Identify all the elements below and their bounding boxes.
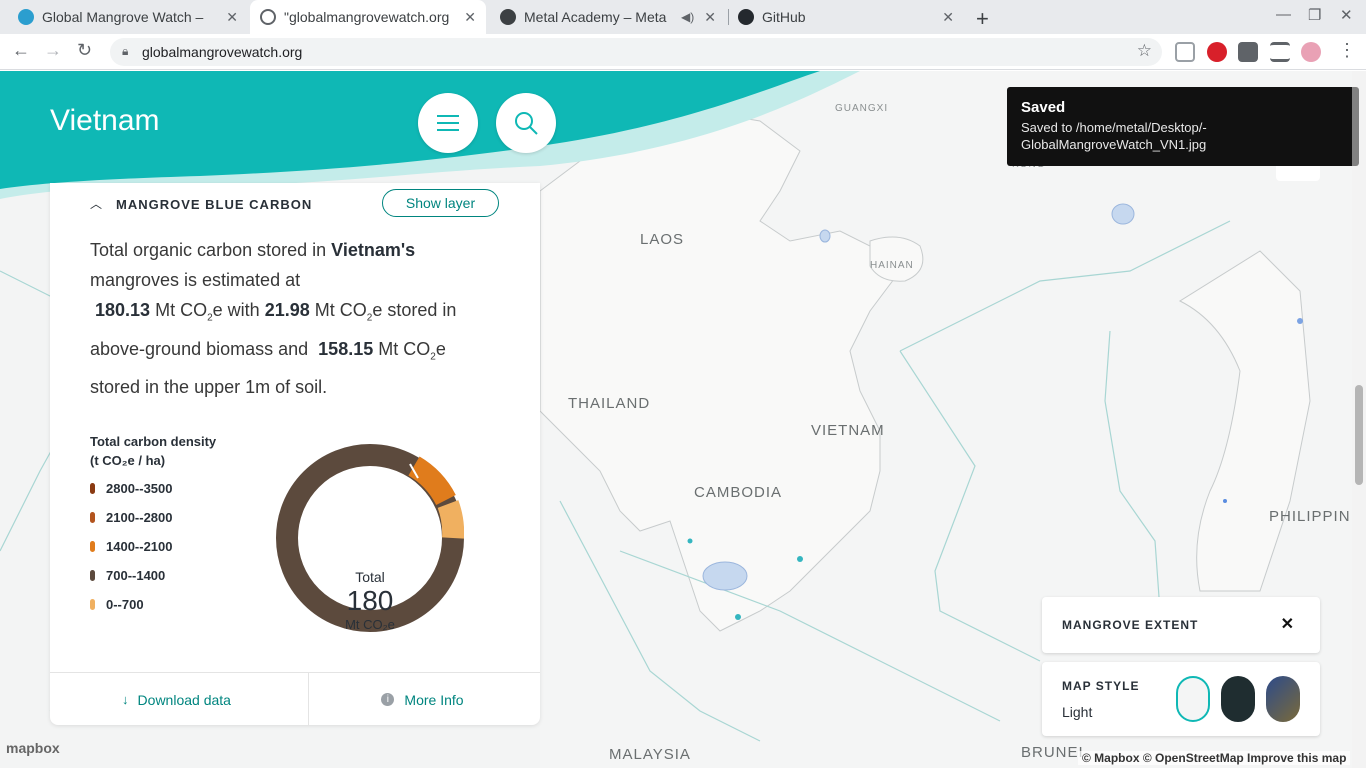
mangrove-extent-card: MANGROVE EXTENT ✕ xyxy=(1042,597,1320,653)
saved-notification[interactable]: Saved Saved to /home/metal/Desktop/-Glob… xyxy=(1007,87,1359,166)
reader-icon[interactable] xyxy=(1175,42,1195,62)
browser-toolbar: ← → ↻ 🔒︎ globalmangrovewatch.org ☆ ⋮ xyxy=(0,34,1366,70)
show-layer-button[interactable]: Show layer xyxy=(382,189,499,217)
url-text[interactable]: globalmangrovewatch.org xyxy=(142,44,302,60)
globe-icon xyxy=(18,9,34,25)
close-tab-icon[interactable]: ✕ xyxy=(464,9,476,26)
speaker-icon[interactable]: ◀) xyxy=(681,10,694,24)
reload-icon[interactable]: ↻ xyxy=(77,40,92,61)
chevron-up-icon[interactable]: ︿ xyxy=(90,195,102,212)
search-button[interactable] xyxy=(496,93,556,153)
map-label-vietnam: VIETNAM xyxy=(811,422,885,439)
map-label-thailand: THAILAND xyxy=(568,395,651,412)
close-tab-icon[interactable]: ✕ xyxy=(226,9,238,26)
map-style-value: Light xyxy=(1062,704,1093,720)
page-title: Vietnam xyxy=(50,104,160,137)
info-icon: i xyxy=(381,693,395,706)
legend-item: 2100--2800 xyxy=(90,510,173,525)
more-info-button[interactable]: i More Info xyxy=(300,673,545,726)
browser-menu-icon[interactable]: ⋮ xyxy=(1338,40,1356,61)
legend-swatch xyxy=(90,512,95,523)
map-label-hainan: HAINAN xyxy=(870,260,914,271)
media-control-icon[interactable] xyxy=(1270,42,1290,62)
donut-total-value: 180 xyxy=(346,585,394,616)
search-icon xyxy=(515,112,538,135)
scrollbar[interactable] xyxy=(1352,71,1366,768)
scrollbar-thumb[interactable] xyxy=(1355,385,1363,485)
map-label-laos: LAOS xyxy=(640,231,685,248)
legend-swatch xyxy=(90,570,95,581)
legend-swatch xyxy=(90,541,95,552)
blue-carbon-panel: ︿ MANGROVE BLUE CARBON Show layer Total … xyxy=(50,183,540,726)
panel-footer: ↓ Download data i More Info xyxy=(50,672,540,726)
tab-globalmangrovewatch-active[interactable]: "globalmangrovewatch.org ✕ xyxy=(250,0,486,34)
map-style-dark-swatch[interactable] xyxy=(1221,676,1255,722)
close-tab-icon[interactable]: ✕ xyxy=(942,9,954,26)
legend-item: 2800--3500 xyxy=(90,481,173,496)
address-bar[interactable]: 🔒︎ globalmangrovewatch.org ☆ xyxy=(110,38,1162,66)
map-style-light-swatch[interactable] xyxy=(1176,676,1210,722)
tab-github[interactable]: GitHub ✕ xyxy=(728,0,964,34)
close-tab-icon[interactable]: ✕ xyxy=(704,9,716,26)
close-extent-icon[interactable]: ✕ xyxy=(1281,614,1294,634)
map-style-card: MAP STYLE Light xyxy=(1042,662,1320,736)
globe-icon xyxy=(260,9,276,25)
bookmark-star-icon[interactable]: ☆ xyxy=(1137,41,1152,61)
map-label-cambodia: CAMBODIA xyxy=(694,484,783,501)
carbon-summary: Total organic carbon stored in Vietnam's… xyxy=(90,240,457,398)
legend-item: 0--700 xyxy=(90,597,144,612)
mapbox-logo[interactable]: mapbox xyxy=(6,740,60,756)
minimize-icon[interactable]: — xyxy=(1276,6,1291,23)
soil-carbon-value: 158.15 xyxy=(318,338,374,359)
lock-icon[interactable]: 🔒︎ xyxy=(122,44,128,59)
map-label-philippines: PHILIPPIN xyxy=(1269,508,1351,525)
section-title[interactable]: MANGROVE BLUE CARBON xyxy=(116,197,312,212)
github-icon xyxy=(738,9,754,25)
legend-item: 700--1400 xyxy=(90,568,165,583)
hamburger-icon xyxy=(437,115,459,131)
legend-swatch xyxy=(90,599,95,610)
map-attribution[interactable]: © Mapbox © OpenStreetMap Improve this ma… xyxy=(1078,751,1351,765)
country-name: Vietnam's xyxy=(331,240,416,260)
map-label-brunei: BRUNEI xyxy=(1021,744,1084,761)
close-window-icon[interactable]: ✕ xyxy=(1340,6,1353,24)
extensions-puzzle-icon[interactable] xyxy=(1238,42,1258,62)
map-style-label: MAP STYLE xyxy=(1062,679,1140,693)
legend-title: Total carbon density (t CO₂e / ha) xyxy=(90,434,217,468)
new-tab-button[interactable]: + xyxy=(976,6,989,32)
menu-button[interactable] xyxy=(418,93,478,153)
map-style-satellite-swatch[interactable] xyxy=(1266,676,1300,722)
browser-tabstrip: Global Mangrove Watch – ✕ "globalmangrov… xyxy=(0,0,1366,34)
maximize-icon[interactable]: ❐ xyxy=(1308,6,1321,24)
download-data-button[interactable]: ↓ Download data xyxy=(54,673,299,726)
back-icon[interactable]: ← xyxy=(12,40,30,61)
legend-swatch xyxy=(90,483,95,494)
tab-global-mangrove-watch[interactable]: Global Mangrove Watch – ✕ xyxy=(8,0,248,34)
tab-metal-academy[interactable]: Metal Academy – Meta ◀) ✕ xyxy=(490,0,726,34)
opera-extension-icon[interactable] xyxy=(1207,42,1227,62)
map-label-malaysia: MALAYSIA xyxy=(609,746,691,763)
notification-message: Saved to /home/metal/Desktop/-GlobalMang… xyxy=(1021,120,1207,152)
donut-center-label: Total 180 Mt CO₂e xyxy=(320,569,420,632)
download-arrow-icon: ↓ xyxy=(122,692,129,707)
extent-label: MANGROVE EXTENT xyxy=(1062,618,1199,632)
total-carbon-value: 180.13 xyxy=(95,300,151,320)
page-viewport: LAOS THAILAND VIETNAM CAMBODIA PHILIPPIN… xyxy=(0,71,1366,768)
above-ground-value: 21.98 xyxy=(264,300,310,320)
legend-item: 1400--2100 xyxy=(90,539,173,554)
profile-avatar[interactable] xyxy=(1301,42,1321,62)
donut-segment-light[interactable] xyxy=(437,500,464,539)
forward-icon[interactable]: → xyxy=(44,40,62,61)
wordpress-icon xyxy=(500,9,516,25)
notification-title: Saved xyxy=(1021,99,1066,116)
